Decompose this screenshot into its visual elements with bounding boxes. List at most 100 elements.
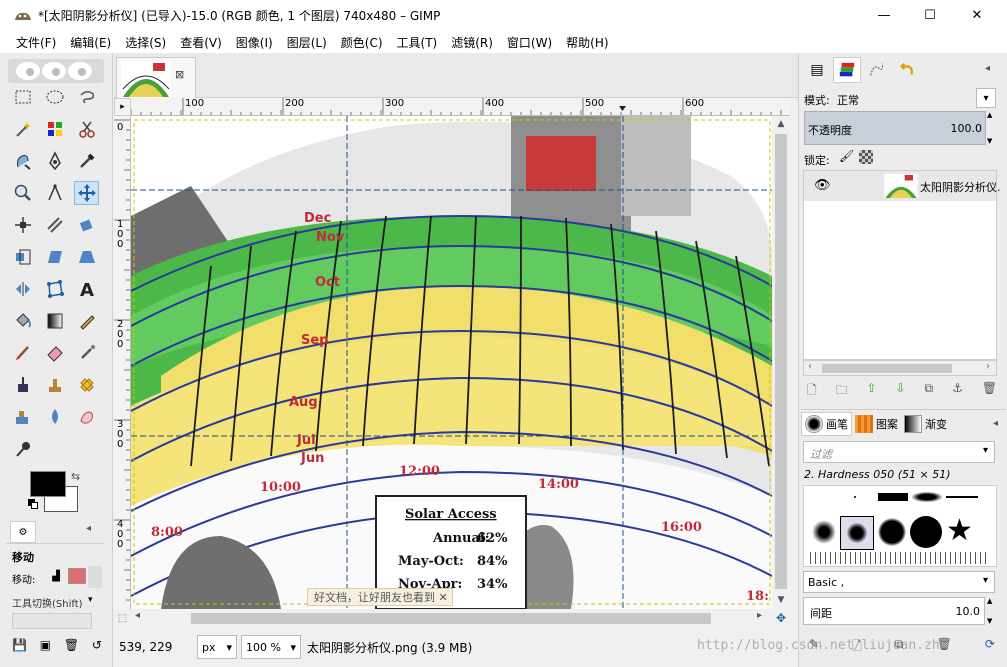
move-selection-icon[interactable] xyxy=(68,568,86,584)
expand-icon[interactable]: ▾ xyxy=(88,595,93,605)
tab-brushes[interactable]: 画笔 xyxy=(801,411,852,436)
paintbrush-tool-icon[interactable] xyxy=(10,341,35,365)
zoom-select[interactable]: 100 % ▾ xyxy=(241,635,301,659)
lock-alpha-icon[interactable] xyxy=(859,150,873,164)
brush-item[interactable] xyxy=(912,492,942,502)
layer-row[interactable]: 👁 太阳阴影分析仪. xyxy=(804,171,1001,201)
brush-item[interactable] xyxy=(910,516,942,548)
rotate-tool-icon[interactable] xyxy=(74,213,99,237)
shear-tool-icon[interactable] xyxy=(42,245,67,269)
opacity-spin-icon[interactable]: ▲ ▼ xyxy=(987,111,997,145)
spacing-spin-icon[interactable]: ▲ ▼ xyxy=(987,597,997,625)
perspective-clone-tool-icon[interactable] xyxy=(10,405,35,429)
scroll-up-icon[interactable]: ▲ xyxy=(773,116,789,132)
heal-tool-icon[interactable] xyxy=(74,373,99,397)
configure-tab-icon[interactable]: ◂ xyxy=(86,523,91,534)
paths-tab-icon[interactable] xyxy=(863,57,891,83)
quick-mask-corner-icon[interactable]: ▸ xyxy=(114,98,131,116)
foreground-select-tool-icon[interactable] xyxy=(10,149,35,173)
unit-select[interactable]: px ▾ xyxy=(197,635,237,659)
menu-view[interactable]: 查看(V) xyxy=(172,34,228,51)
brush-preset-select[interactable]: Basic , ▾ xyxy=(803,571,995,593)
opacity-slider[interactable]: 不透明度 100.0 xyxy=(804,111,986,145)
vertical-scrollbar[interactable]: ▲ ▼ xyxy=(772,116,790,609)
undo-history-tab-icon[interactable] xyxy=(893,57,921,83)
brush-grid-scrollbar[interactable] xyxy=(997,485,1005,567)
duplicate-brush-icon[interactable]: ⧉ xyxy=(895,637,904,657)
cage-transform-tool-icon[interactable] xyxy=(42,277,67,301)
maximize-button[interactable]: ☐ xyxy=(907,0,953,31)
layers-hscroll[interactable]: ‹ › xyxy=(803,360,997,376)
chevron-down-icon[interactable]: ▾ xyxy=(983,445,988,456)
eraser-tool-icon[interactable] xyxy=(42,341,67,365)
layer-name[interactable]: 太阳阴影分析仪. xyxy=(920,179,1001,195)
spacing-slider[interactable]: 间距 10.0 xyxy=(803,597,985,625)
close-tab-icon[interactable]: ⊠ xyxy=(175,68,184,81)
swap-colors-icon[interactable]: ⇆ xyxy=(71,470,80,483)
layers-hscroll-thumb[interactable] xyxy=(822,364,952,373)
rect-select-tool-icon[interactable] xyxy=(10,85,35,109)
brush-item[interactable] xyxy=(812,520,836,544)
image-tab[interactable]: ⊠ xyxy=(116,57,196,98)
channels-tab-icon[interactable] xyxy=(833,57,861,83)
close-button[interactable]: ✕ xyxy=(954,0,1000,31)
new-brush-icon[interactable]: 🗋 xyxy=(852,637,862,657)
share-popup[interactable]: 好文档，让好朋友也看到 ✕ xyxy=(307,588,453,606)
crop-tool-icon[interactable] xyxy=(42,213,67,237)
text-tool-icon[interactable]: A xyxy=(74,277,99,301)
eye-icon[interactable]: 👁 xyxy=(814,178,831,193)
blend-tool-icon[interactable] xyxy=(42,309,67,333)
image-canvas[interactable]: Dec Nov Oct Sep Aug Jul Jun 8:00 10:00 1… xyxy=(131,116,772,609)
airbrush-tool-icon[interactable] xyxy=(74,341,99,365)
zoom-tool-icon[interactable] xyxy=(10,181,35,205)
star-brush-icon[interactable]: ★ xyxy=(946,516,973,546)
lock-pixels-icon[interactable]: 🖌 xyxy=(839,149,854,163)
tab-patterns[interactable]: 图案 xyxy=(852,412,901,436)
delete-brush-icon[interactable]: 🗑 xyxy=(937,637,952,657)
smudge-tool-icon[interactable] xyxy=(74,405,99,429)
delete-layer-icon[interactable]: 🗑 xyxy=(982,381,997,401)
dodge-burn-tool-icon[interactable] xyxy=(10,437,35,461)
minimize-button[interactable]: — xyxy=(861,0,907,31)
scroll-right-icon[interactable]: ▸ xyxy=(757,610,762,621)
restore-options-icon[interactable]: ▣ xyxy=(40,638,51,658)
measure-tool-icon[interactable] xyxy=(42,181,67,205)
scroll-right-icon[interactable]: › xyxy=(986,361,990,372)
color-picker-tool-icon[interactable] xyxy=(74,149,99,173)
reset-options-icon[interactable]: ↺ xyxy=(92,638,102,658)
default-colors-icon[interactable] xyxy=(28,499,38,509)
foreground-color-swatch[interactable] xyxy=(30,471,66,497)
brush-item[interactable] xyxy=(878,493,908,501)
perspective-tool-icon[interactable] xyxy=(74,245,99,269)
fuzzy-select-tool-icon[interactable] xyxy=(10,117,35,141)
toggle-quickmask-icon[interactable]: ⬚ xyxy=(114,609,131,627)
clone-tool-icon[interactable] xyxy=(42,373,67,397)
dock-menu-icon[interactable]: ◂ xyxy=(985,63,990,74)
save-options-icon[interactable]: 💾 xyxy=(12,638,27,658)
refresh-brushes-icon[interactable]: ⟳ xyxy=(985,637,995,657)
horizontal-scroll-thumb[interactable] xyxy=(191,613,711,624)
scale-tool-icon[interactable] xyxy=(10,245,35,269)
menu-tools[interactable]: 工具(T) xyxy=(389,34,444,51)
ink-tool-icon[interactable] xyxy=(10,373,35,397)
menu-colors[interactable]: 颜色(C) xyxy=(333,34,389,51)
tool-options-scrollbar[interactable] xyxy=(88,566,102,588)
vertical-scroll-thumb[interactable] xyxy=(775,134,787,589)
duplicate-layer-icon[interactable]: ⧉ xyxy=(925,381,934,401)
lower-layer-icon[interactable]: ⇩ xyxy=(896,381,906,401)
scroll-down-icon[interactable]: ▼ xyxy=(773,592,789,608)
tab-gradients[interactable]: 渐变 xyxy=(901,412,950,436)
scroll-left-icon[interactable]: ‹ xyxy=(808,361,812,372)
horizontal-scrollbar[interactable]: ◂ ▸ xyxy=(131,609,772,627)
anchor-layer-icon[interactable]: ⚓ xyxy=(952,381,963,401)
menu-windows[interactable]: 窗口(W) xyxy=(499,34,558,51)
edit-brush-icon[interactable]: ✎ xyxy=(809,637,819,657)
move-layer-icon[interactable]: ▟ xyxy=(48,568,64,584)
dock-menu-icon[interactable]: ◂ xyxy=(993,418,998,429)
blur-tool-icon[interactable] xyxy=(42,405,67,429)
raise-layer-icon[interactable]: ⇧ xyxy=(867,381,877,401)
pencil-tool-icon[interactable] xyxy=(74,309,99,333)
tool-options-tab-icon[interactable]: ⚙ xyxy=(10,521,36,543)
menu-image[interactable]: 图像(I) xyxy=(228,34,279,51)
menu-edit[interactable]: 编辑(E) xyxy=(62,34,117,51)
